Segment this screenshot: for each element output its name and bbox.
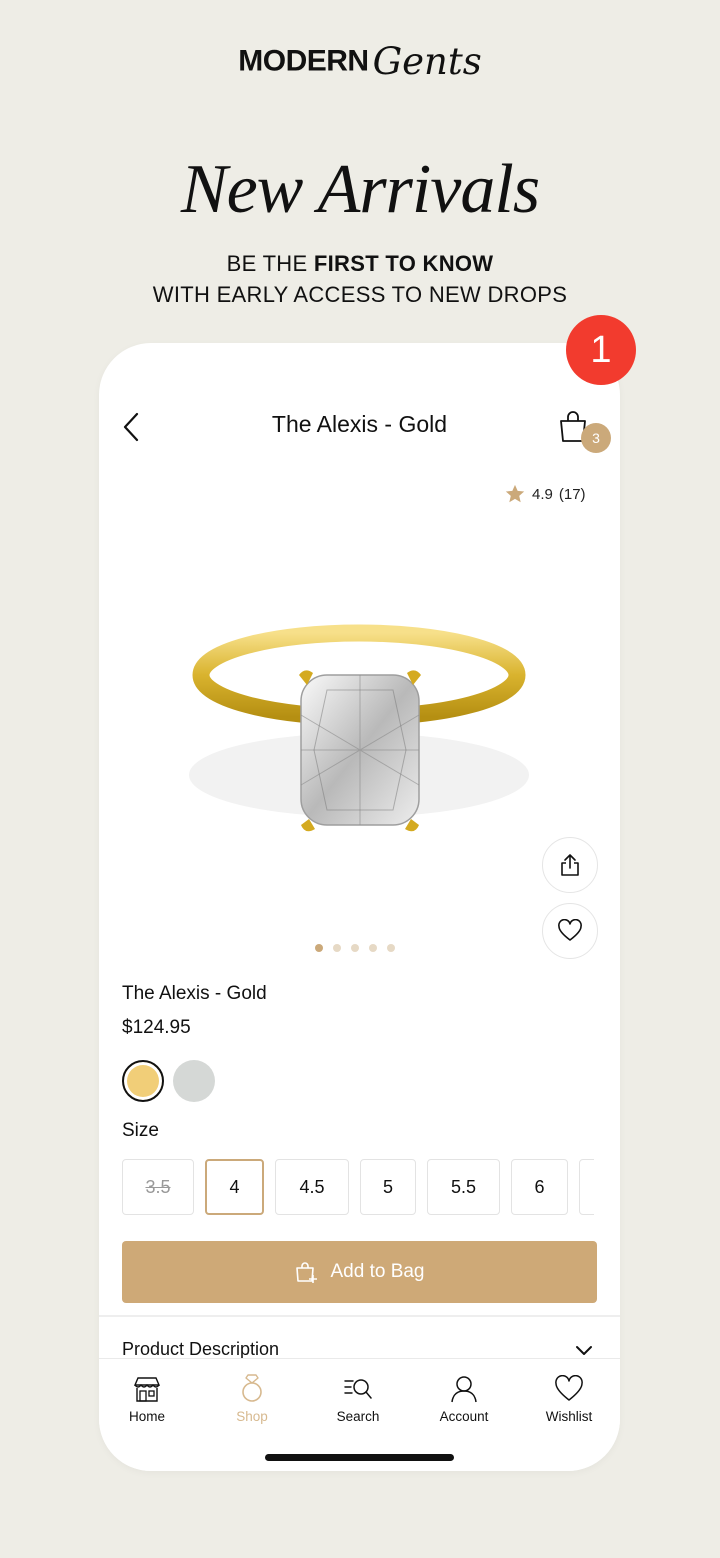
swatch-silver[interactable]: [173, 1060, 215, 1102]
headline: New Arrivals: [180, 151, 540, 228]
gallery-dot[interactable]: [369, 944, 377, 952]
chevron-down-icon[interactable]: [575, 1345, 593, 1357]
store-icon: [133, 1377, 161, 1402]
size-option[interactable]: 4.5: [275, 1159, 349, 1215]
phone-screen: The Alexis - Gold 3 4.9 (17) The Alexis …: [99, 343, 620, 1471]
share-icon: [561, 854, 579, 876]
tab-account-label: Account: [439, 1409, 489, 1424]
gallery-dot[interactable]: [333, 944, 341, 952]
page-title: The Alexis - Gold: [271, 411, 448, 437]
size-option[interactable]: 4: [205, 1159, 264, 1215]
logo-word-gents: Gents: [372, 40, 482, 83]
product-description-toggle[interactable]: Product Description: [122, 1339, 279, 1360]
rating-count: (17): [558, 485, 586, 503]
size-option[interactable]: 5.5: [427, 1159, 500, 1215]
tab-wishlist-label: Wishlist: [545, 1409, 593, 1424]
divider: [99, 1315, 620, 1317]
person-icon: [451, 1376, 477, 1403]
star-icon: [505, 484, 525, 503]
size-option-partial[interactable]: [579, 1159, 594, 1215]
gallery-dot[interactable]: [351, 944, 359, 952]
search-icon: [344, 1379, 372, 1399]
tab-shop-label: Shop: [236, 1409, 268, 1424]
logo-word-modern: MODERN: [238, 44, 369, 78]
product-image[interactable]: [101, 575, 617, 963]
ring-illustration: [189, 624, 529, 832]
swatch-gold[interactable]: [122, 1060, 164, 1102]
home-indicator: [265, 1454, 454, 1461]
wishlist-button[interactable]: [542, 903, 598, 959]
notification-badge: 1: [566, 315, 636, 385]
tab-shop[interactable]: Shop: [202, 1371, 302, 1424]
brand-logo: MODERN Gents: [0, 40, 720, 84]
product-price: $124.95: [122, 1017, 191, 1038]
size-option[interactable]: 6: [511, 1159, 568, 1215]
size-selector: 3.5 4 4.5 5 5.5 6: [122, 1159, 594, 1217]
gallery-dot[interactable]: [387, 944, 395, 952]
tab-home-label: Home: [128, 1409, 165, 1424]
tab-search[interactable]: Search: [308, 1371, 408, 1424]
size-option[interactable]: 5: [360, 1159, 416, 1215]
tab-wishlist[interactable]: Wishlist: [519, 1371, 619, 1424]
subline-1: BE THE FIRST TO KNOW: [0, 251, 720, 277]
tab-home[interactable]: Home: [99, 1371, 197, 1424]
rating: 4.9 (17): [504, 483, 586, 505]
size-option[interactable]: 3.5: [122, 1159, 194, 1215]
subline-text: BE THE: [226, 251, 314, 276]
bag-count-badge: 3: [581, 423, 611, 453]
size-label: Size: [122, 1120, 159, 1141]
rating-value: 4.9: [532, 485, 553, 503]
subline-2: WITH EARLY ACCESS TO NEW DROPS: [152, 282, 568, 307]
tab-account[interactable]: Account: [414, 1371, 514, 1424]
heart-icon: [558, 919, 582, 941]
gallery-dots: [315, 944, 395, 952]
heart-icon: [555, 1375, 583, 1401]
ring-icon: [242, 1374, 262, 1402]
gallery-dot[interactable]: [315, 944, 323, 952]
tab-search-label: Search: [336, 1409, 380, 1424]
share-button[interactable]: [542, 837, 598, 893]
subline-bold: FIRST TO KNOW: [313, 251, 494, 276]
bag-plus-icon: [296, 1262, 318, 1283]
product-name: The Alexis - Gold: [122, 983, 267, 1004]
add-to-bag-button[interactable]: Add to Bag: [122, 1241, 597, 1303]
add-to-bag-label: Add to Bag: [330, 1261, 425, 1282]
